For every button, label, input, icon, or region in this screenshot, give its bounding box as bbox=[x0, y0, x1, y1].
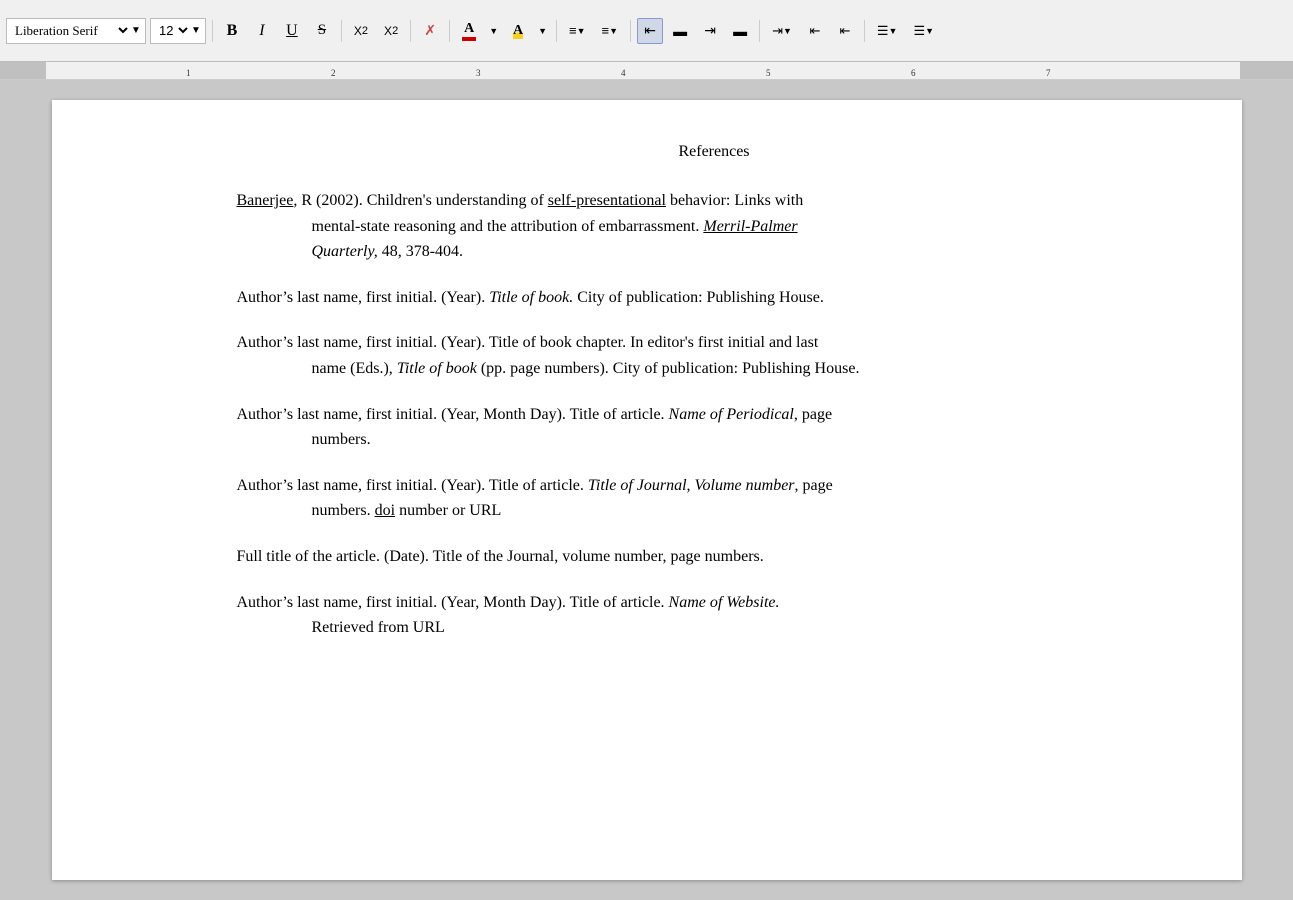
ruler-mark-6: 6 bbox=[911, 68, 916, 78]
ref-1-line-2: mental-state reasoning and the attributi… bbox=[312, 214, 1192, 240]
underline-button[interactable]: U bbox=[279, 18, 305, 44]
reference-entry-6: Full title of the article. (Date). Title… bbox=[237, 544, 1192, 570]
ref-1-line-3: Quarterly, 48, 378-404. bbox=[312, 239, 1192, 265]
font-name-dropdown-arrow: ▼ bbox=[131, 25, 141, 36]
align-left-button[interactable]: ⇤ bbox=[637, 18, 663, 44]
document-title: References bbox=[237, 140, 1192, 164]
ref-1-line-1: Banerjee, R (2002). Children's understan… bbox=[312, 188, 1192, 214]
ref-4-line-1: Author’s last name, first initial. (Year… bbox=[312, 402, 1192, 428]
separator-2 bbox=[341, 20, 342, 42]
font-size-dropdown[interactable]: 891011 121416 bbox=[155, 22, 191, 39]
ref-5-line-2: numbers. doi number or URL bbox=[312, 498, 1192, 524]
align-right-button[interactable]: ⇥ bbox=[697, 18, 723, 44]
ruler-mark-2: 2 bbox=[331, 68, 336, 78]
separator-3 bbox=[410, 20, 411, 42]
line-spacing-button[interactable]: ≡▼ bbox=[563, 18, 592, 44]
para-spacing-button[interactable]: ≡▼ bbox=[596, 18, 625, 44]
ref-6-text: Full title of the article. (Date). Title… bbox=[237, 544, 1192, 570]
indent-controls-button[interactable]: ⇤ bbox=[802, 18, 828, 44]
font-color-button[interactable]: A bbox=[456, 18, 482, 44]
strikethrough-button[interactable]: S bbox=[309, 18, 335, 44]
ref-5-doi: doi bbox=[375, 502, 395, 519]
font-size-dropdown-arrow: ▼ bbox=[191, 25, 201, 36]
ref-1-term: self-presentational bbox=[548, 192, 666, 209]
ruler-right-margin bbox=[1240, 62, 1293, 79]
bold-button[interactable]: B bbox=[219, 18, 245, 44]
reference-entry-4: Author’s last name, first initial. (Year… bbox=[237, 402, 1192, 453]
highlight-label: A bbox=[513, 23, 523, 39]
font-color-dropdown[interactable]: ▼ bbox=[486, 18, 501, 44]
font-size-selector[interactable]: 891011 121416 ▼ bbox=[150, 18, 206, 44]
ref-1-author: Banerjee bbox=[237, 192, 294, 209]
italic-button[interactable]: I bbox=[249, 18, 275, 44]
ruler-mark-7: 7 bbox=[1046, 68, 1051, 78]
horizontal-ruler: 1 2 3 4 5 6 7 bbox=[0, 62, 1293, 80]
ref-7-line-2: Retrieved from URL bbox=[312, 615, 1192, 641]
formatting-toolbar: Liberation Serif Arial Times New Roman ▼… bbox=[0, 0, 1293, 62]
ref-3-line-1: Author’s last name, first initial. (Year… bbox=[312, 330, 1192, 356]
separator-7 bbox=[759, 20, 760, 42]
ruler-mark-5: 5 bbox=[766, 68, 771, 78]
ref-5-line-1: Author’s last name, first initial. (Year… bbox=[312, 473, 1192, 499]
font-name-dropdown[interactable]: Liberation Serif Arial Times New Roman bbox=[11, 22, 131, 39]
numbered-list-button[interactable]: ☰▼ bbox=[907, 18, 940, 44]
reference-entry-2: Author’s last name, first initial. (Year… bbox=[237, 285, 1192, 311]
align-center-button[interactable]: ▬ bbox=[667, 18, 693, 44]
reference-entry-1: Banerjee, R (2002). Children's understan… bbox=[237, 188, 1192, 265]
ruler-ticks: 1 2 3 4 5 6 7 bbox=[46, 62, 1240, 79]
font-name-selector[interactable]: Liberation Serif Arial Times New Roman ▼ bbox=[6, 18, 146, 44]
font-color-label: A bbox=[464, 21, 474, 37]
separator-5 bbox=[556, 20, 557, 42]
separator-6 bbox=[630, 20, 631, 42]
document-area: References Banerjee, R (2002). Children'… bbox=[0, 80, 1293, 900]
ruler-left-margin bbox=[0, 62, 46, 79]
reference-entry-3: Author’s last name, first initial. (Year… bbox=[237, 330, 1192, 381]
ref-7-line-1: Author’s last name, first initial. (Year… bbox=[312, 590, 1192, 616]
reference-entry-7: Author’s last name, first initial. (Year… bbox=[237, 590, 1192, 641]
superscript-button[interactable]: X2 bbox=[348, 18, 374, 44]
highlight-dropdown[interactable]: ▼ bbox=[535, 18, 550, 44]
ref-1-journal: Merril-Palmer bbox=[703, 218, 797, 235]
highlight-button[interactable]: A bbox=[505, 18, 531, 44]
bullet-list-button[interactable]: ☰▼ bbox=[871, 18, 904, 44]
separator-8 bbox=[864, 20, 865, 42]
clear-formatting-button[interactable]: ✗ bbox=[417, 18, 443, 44]
ruler-mark-1: 1 bbox=[186, 68, 191, 78]
ruler-mark-4: 4 bbox=[621, 68, 626, 78]
separator-1 bbox=[212, 20, 213, 42]
ref-2-text: Author’s last name, first initial. (Year… bbox=[312, 285, 1192, 311]
separator-4 bbox=[449, 20, 450, 42]
ref-4-line-2: numbers. bbox=[312, 427, 1192, 453]
ref-3-line-2: name (Eds.), Title of book (pp. page num… bbox=[312, 356, 1192, 382]
document-page[interactable]: References Banerjee, R (2002). Children'… bbox=[52, 100, 1242, 880]
align-justify-button[interactable]: ▬ bbox=[727, 18, 753, 44]
outdent-button[interactable]: ⇤ bbox=[832, 18, 858, 44]
font-color-indicator bbox=[462, 37, 476, 41]
ruler-mark-3: 3 bbox=[476, 68, 481, 78]
subscript-button[interactable]: X2 bbox=[378, 18, 404, 44]
reference-entry-5: Author’s last name, first initial. (Year… bbox=[237, 473, 1192, 524]
increase-indent-button[interactable]: ⇥▼ bbox=[766, 18, 798, 44]
